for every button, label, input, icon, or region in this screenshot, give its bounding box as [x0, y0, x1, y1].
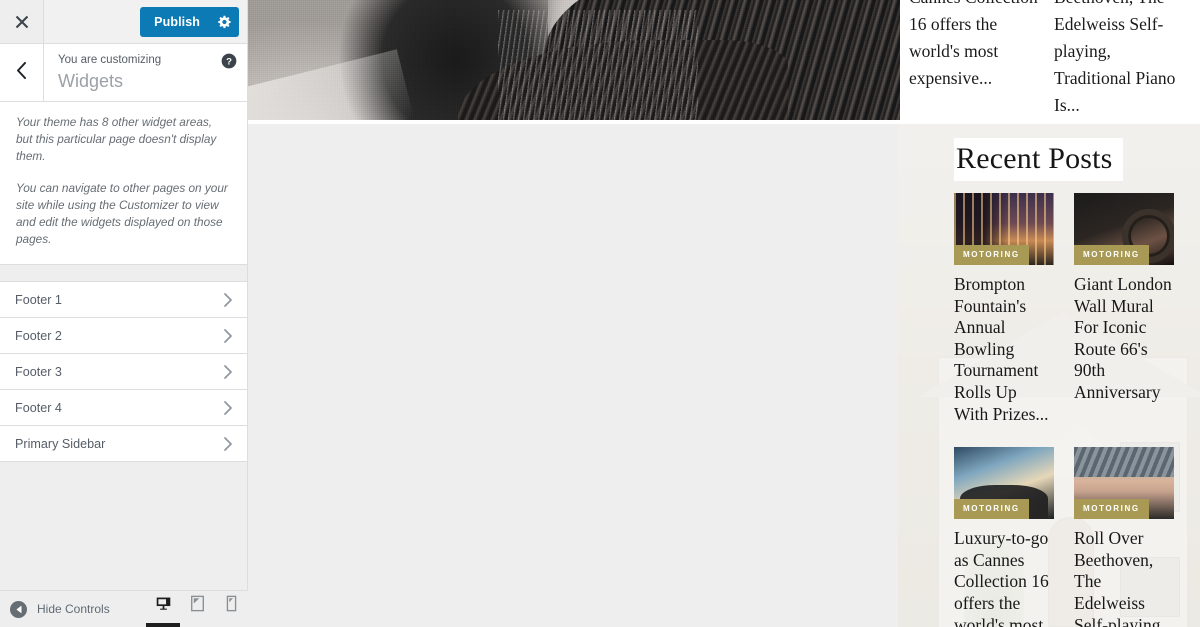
post-thumbnail[interactable]: MOTORING: [1074, 447, 1174, 520]
sidebar-item-footer-2[interactable]: Footer 2: [0, 318, 247, 354]
collapse-left-icon: [10, 600, 27, 618]
device-preview-switcher: [146, 591, 248, 627]
svg-text:?: ?: [226, 57, 232, 68]
mobile-icon: [226, 595, 237, 617]
chevron-right-icon: [223, 364, 233, 379]
excerpt-text: Beethoven, The Edelweiss Self-playing, T…: [1054, 0, 1176, 115]
hero-image-grain-layer: [248, 0, 900, 120]
panel-description: Your theme has 8 other widget areas, but…: [0, 102, 247, 265]
back-button[interactable]: [0, 44, 44, 101]
chevron-left-icon: [16, 61, 27, 84]
page-title: Widgets: [58, 71, 124, 91]
excerpt-column-1[interactable]: Cannes Collection 16 offers the world's …: [901, 0, 1046, 124]
widget-area-label: Footer 1: [15, 292, 62, 307]
excerpt-text: Cannes Collection 16 offers the world's …: [909, 0, 1038, 88]
post-thumbnail[interactable]: MOTORING: [954, 193, 1054, 265]
device-mobile-button[interactable]: [214, 591, 248, 627]
excerpt-column-2[interactable]: Beethoven, The Edelweiss Self-playing, T…: [1046, 0, 1191, 124]
recent-post-card[interactable]: MOTORING Giant London Wall Mural For Ico…: [1074, 193, 1174, 425]
customizer-bottom-bar: Hide Controls: [0, 590, 248, 627]
device-desktop-button[interactable]: [146, 591, 180, 627]
panel-titlebar: You are customizing Widgets ?: [0, 44, 247, 102]
help-icon[interactable]: ?: [221, 53, 237, 69]
post-thumbnail[interactable]: MOTORING: [954, 447, 1054, 520]
category-badge[interactable]: MOTORING: [1074, 245, 1149, 265]
close-customizer-button[interactable]: [0, 0, 44, 43]
panel-title-block: You are customizing Widgets ?: [44, 44, 247, 101]
recent-post-card[interactable]: MOTORING Brompton Fountain's Annual Bowl…: [954, 193, 1054, 425]
publish-button[interactable]: Publish: [140, 6, 239, 37]
sidebar-item-footer-3[interactable]: Footer 3: [0, 354, 247, 390]
publish-button-label: Publish: [154, 14, 200, 29]
sidebar-content: Recent Posts MOTORING Brompton Fountain'…: [954, 124, 1200, 627]
category-badge[interactable]: MOTORING: [1074, 499, 1149, 520]
widget-area-label: Primary Sidebar: [15, 436, 106, 451]
customizer-sidebar: Publish You are customizing Widgets ? Yo…: [0, 0, 248, 627]
hide-controls-button[interactable]: Hide Controls: [0, 600, 110, 618]
recent-posts-heading: Recent Posts: [954, 138, 1123, 181]
panel-eyebrow: You are customizing: [58, 54, 162, 66]
preview-article-column: [248, 0, 900, 124]
post-title-link[interactable]: Brompton Fountain's Annual Bowling Tourn…: [954, 274, 1054, 425]
chevron-right-icon: [223, 400, 233, 415]
post-thumbnail[interactable]: MOTORING: [1074, 193, 1174, 265]
customizer-header: Publish: [0, 0, 247, 44]
preview-excerpt-columns: Cannes Collection 16 offers the world's …: [900, 0, 1200, 124]
site-preview[interactable]: Cannes Collection 16 offers the world's …: [248, 0, 1200, 627]
close-icon: [15, 15, 29, 29]
sidebar-item-footer-4[interactable]: Footer 4: [0, 390, 247, 426]
primary-sidebar-widget-area[interactable]: Recent Posts MOTORING Brompton Fountain'…: [898, 124, 1200, 627]
widget-area-label: Footer 2: [15, 328, 62, 343]
category-badge[interactable]: MOTORING: [954, 245, 1029, 265]
recent-post-card[interactable]: MOTORING Luxury-to-go as Cannes Collecti…: [954, 447, 1054, 627]
post-title-link[interactable]: Giant London Wall Mural For Iconic Route…: [1074, 274, 1174, 404]
widget-area-list: Footer 1 Footer 2 Footer 3 Footer 4 Prim…: [0, 281, 247, 462]
widget-area-label: Footer 3: [15, 364, 62, 379]
chevron-right-icon: [223, 328, 233, 343]
chevron-right-icon: [223, 436, 233, 451]
section-gap: [0, 265, 247, 281]
tablet-icon: [190, 595, 205, 617]
hero-image: [248, 0, 900, 120]
chevron-right-icon: [223, 292, 233, 307]
device-tablet-button[interactable]: [180, 591, 214, 627]
category-badge[interactable]: MOTORING: [954, 499, 1029, 520]
widget-area-label: Footer 4: [15, 400, 62, 415]
hide-controls-label: Hide Controls: [37, 602, 110, 616]
customizer-screen: Publish You are customizing Widgets ? Yo…: [0, 0, 1200, 627]
description-paragraph-2: You can navigate to other pages on your …: [16, 181, 228, 246]
sidebar-item-footer-1[interactable]: Footer 1: [0, 282, 247, 318]
post-title-link[interactable]: Luxury-to-go as Cannes Collection 16 off…: [954, 528, 1054, 627]
sidebar-item-primary-sidebar[interactable]: Primary Sidebar: [0, 426, 247, 462]
publish-area: Publish: [44, 0, 247, 43]
gear-icon[interactable]: [211, 7, 239, 37]
recent-posts-grid: MOTORING Brompton Fountain's Annual Bowl…: [954, 193, 1200, 627]
post-title-link[interactable]: Roll Over Beethoven, The Edelweiss Self-…: [1074, 528, 1174, 627]
recent-post-card[interactable]: MOTORING Roll Over Beethoven, The Edelwe…: [1074, 447, 1174, 627]
desktop-icon: [155, 595, 172, 617]
description-paragraph-1: Your theme has 8 other widget areas, but…: [16, 115, 217, 163]
